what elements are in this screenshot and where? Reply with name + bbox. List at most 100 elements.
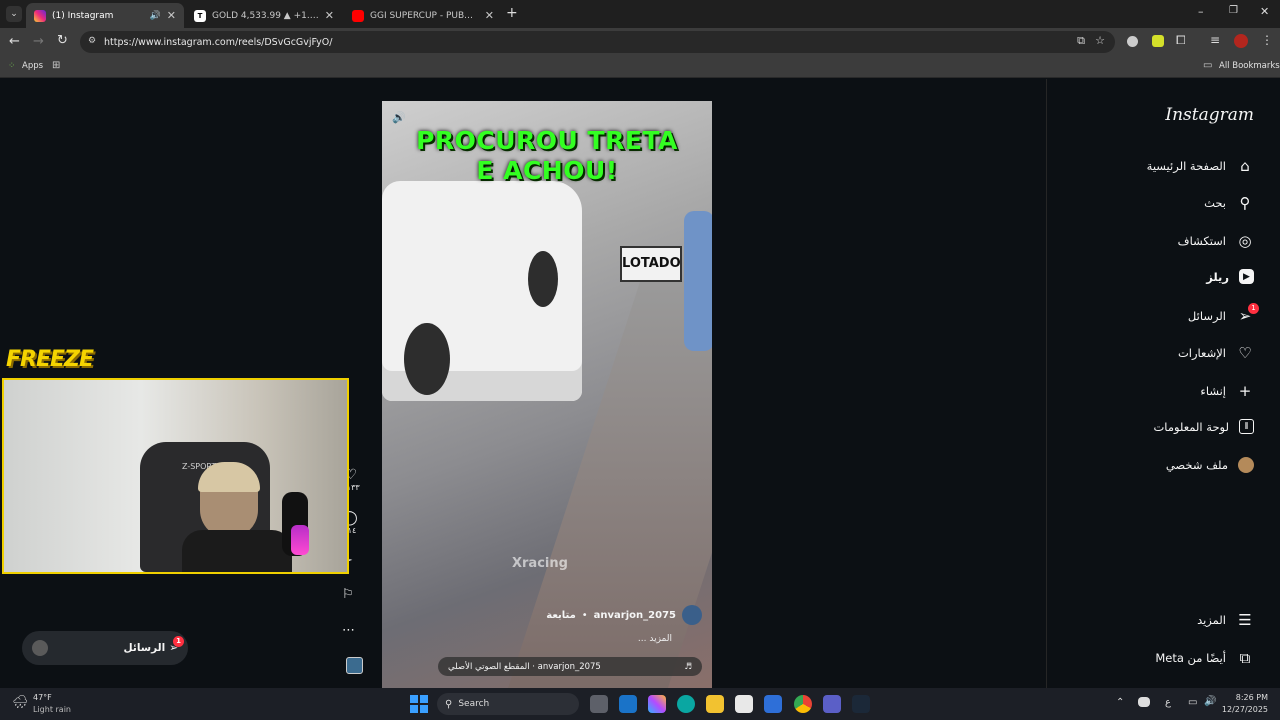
author-avatar[interactable] <box>682 605 702 625</box>
task-view-icon[interactable] <box>590 695 608 713</box>
tab-instagram[interactable]: (1) Instagram 🔊 ✕ <box>26 3 184 28</box>
address-bar[interactable]: ⚙ https://www.instagram.com/reels/DSvGcG… <box>80 31 1115 53</box>
bookmark-star-icon[interactable]: ☆ <box>1095 34 1105 47</box>
save-button[interactable]: ⚐ <box>342 587 354 602</box>
network-icon[interactable]: ▭ <box>1188 697 1197 708</box>
edge-icon[interactable] <box>677 695 695 713</box>
compass-icon: ◎ <box>1238 232 1252 250</box>
nav-messages[interactable]: ➢ 1 الرسائل <box>1188 303 1259 325</box>
steam-icon[interactable] <box>852 695 870 713</box>
dot-separator: • <box>581 609 588 621</box>
close-tab-icon[interactable]: ✕ <box>325 9 334 22</box>
back-icon[interactable]: ← <box>9 34 20 49</box>
restore-button[interactable]: ❐ <box>1229 5 1238 16</box>
defender-icon[interactable] <box>764 695 782 713</box>
streamer-body <box>182 530 292 572</box>
outlook-icon[interactable] <box>619 695 637 713</box>
youtube-favicon-icon <box>352 9 364 22</box>
dashboard-icon: ⫴ <box>1239 419 1254 434</box>
weather-temp[interactable]: 47°F <box>33 693 52 702</box>
nav-profile[interactable]: ملف شخصي <box>1166 457 1254 473</box>
reel-caption[interactable]: ... المزيد <box>638 634 672 644</box>
mute-icon[interactable]: 🔊 <box>392 111 406 124</box>
close-window-button[interactable]: ✕ <box>1260 5 1269 18</box>
reload-icon[interactable]: ↻ <box>57 33 68 48</box>
extension-icon[interactable] <box>1152 35 1164 47</box>
file-explorer-icon[interactable] <box>706 695 724 713</box>
nav-dashboard[interactable]: ⫴ لوحة المعلومات <box>1153 419 1254 434</box>
start-windows-icon[interactable] <box>410 695 428 713</box>
watermark: Xracing <box>512 556 568 571</box>
profile-avatar[interactable] <box>1234 34 1248 48</box>
nav-also-from-meta[interactable]: ⧉ أيضًا من Meta <box>1155 649 1254 667</box>
nav-notifications[interactable]: ♡ الإشعارات <box>1178 344 1254 362</box>
store-icon[interactable] <box>735 695 753 713</box>
volume-icon[interactable]: 🔊 <box>1204 696 1216 707</box>
close-tab-icon[interactable]: ✕ <box>485 9 494 22</box>
new-tab-button[interactable]: + <box>506 5 518 21</box>
tray-chevron-icon[interactable]: ⌃ <box>1116 697 1124 708</box>
taskbar-search[interactable]: ⚲ Search <box>437 693 579 715</box>
discord-icon[interactable] <box>1138 697 1150 707</box>
more-dots-icon: ⋯ <box>342 623 355 638</box>
search-icon: ⚲ <box>445 698 453 710</box>
search-label: Search <box>458 699 490 709</box>
search-icon: ⚲ <box>1239 194 1251 212</box>
tab-title: (1) Instagram <box>52 10 114 21</box>
tab-youtube[interactable]: GGI SUPERCUP - PUBG Mobile ✕ <box>344 3 502 28</box>
reel-title-line1: PROCUROU TRETA <box>416 126 678 155</box>
install-app-icon[interactable]: ⧉ <box>1077 34 1085 48</box>
apps-grid-icon[interactable]: ⁘ <box>8 61 16 71</box>
clock-time[interactable]: 8:26 PM <box>1236 693 1268 702</box>
nav-home[interactable]: ⌂ الصفحة الرئيسية <box>1147 157 1254 175</box>
reel-video[interactable]: LOTADO PROCUROU TRETA E ACHOU! 🔊 Xracing… <box>382 101 712 688</box>
tab-groups-icon[interactable]: ⊞ <box>52 60 60 71</box>
weather-icon[interactable]: 🌧 <box>12 695 29 710</box>
close-tab-icon[interactable]: ✕ <box>167 9 176 22</box>
nav-more[interactable]: ☰ المزيد <box>1197 611 1254 629</box>
nav-reels[interactable]: ▶ ريلز <box>1206 269 1254 284</box>
notification-badge: 1 <box>1248 303 1259 314</box>
minimize-button[interactable]: – <box>1198 5 1204 18</box>
contact-avatar <box>32 640 48 656</box>
more-options-button[interactable]: ⋯ <box>342 623 355 638</box>
extensions-puzzle-icon[interactable]: ⧠ <box>1176 33 1186 48</box>
audio-label: anvarjon_2075 · المقطع الصوتي الأصلي <box>448 661 601 672</box>
nav-explore[interactable]: ◎ استكشاف <box>1178 232 1254 250</box>
instagram-logo[interactable]: Instagram <box>1165 105 1254 125</box>
audio-pill[interactable]: ♬ anvarjon_2075 · المقطع الصوتي الأصلي <box>438 657 702 676</box>
nav-label: الإشعارات <box>1177 346 1226 360</box>
forward-icon[interactable]: → <box>33 34 44 49</box>
keyboard-language[interactable]: ع <box>1165 697 1171 708</box>
extension-icon[interactable] <box>1127 36 1138 47</box>
copilot-icon[interactable] <box>648 695 666 713</box>
nav-search[interactable]: ⚲ بحث <box>1204 194 1254 212</box>
messages-floating-bar[interactable]: ➢ 1 الرسائل <box>22 631 188 665</box>
tab-search-button[interactable]: ⌄ <box>6 6 22 22</box>
author-username[interactable]: anvarjon_2075 <box>594 610 676 621</box>
speaker-icon[interactable]: 🔊 <box>150 11 161 21</box>
browser-toolbar: ← → ↻ ⚙ https://www.instagram.com/reels/… <box>0 28 1280 56</box>
bookmark-icon: ⚐ <box>342 587 354 602</box>
follow-button[interactable]: متابعة <box>546 610 576 621</box>
media-control-icon[interactable]: ≡ <box>1210 33 1220 47</box>
all-bookmarks[interactable]: All Bookmarks <box>1219 61 1280 71</box>
clock-date[interactable]: 12/27/2025 <box>1222 705 1268 714</box>
nav-label: ملف شخصي <box>1165 458 1228 472</box>
nav-label: إنشاء <box>1200 384 1226 398</box>
lotado-sign: LOTADO <box>620 246 682 282</box>
messages-bar-label: الرسائل <box>123 642 166 654</box>
menu-icon[interactable]: ⋮ <box>1261 33 1273 47</box>
tab-title: GOLD 4,533.99 ▲ +1.22% Unna <box>212 10 319 21</box>
site-info-icon[interactable]: ⚙ <box>88 36 96 46</box>
folder-icon: ▭ <box>1203 60 1213 71</box>
audio-thumbnail[interactable] <box>346 657 363 674</box>
nav-create[interactable]: + إنشاء <box>1200 382 1254 400</box>
tab-gold[interactable]: T GOLD 4,533.99 ▲ +1.22% Unna ✕ <box>186 3 342 28</box>
weather-desc[interactable]: Light rain <box>33 705 71 714</box>
apps-bookmark[interactable]: Apps <box>22 61 43 71</box>
chrome-icon[interactable] <box>794 695 812 713</box>
reels-icon: ▶ <box>1239 269 1254 284</box>
messenger-icon: ➢ 1 <box>169 636 184 654</box>
teams-icon[interactable] <box>823 695 841 713</box>
